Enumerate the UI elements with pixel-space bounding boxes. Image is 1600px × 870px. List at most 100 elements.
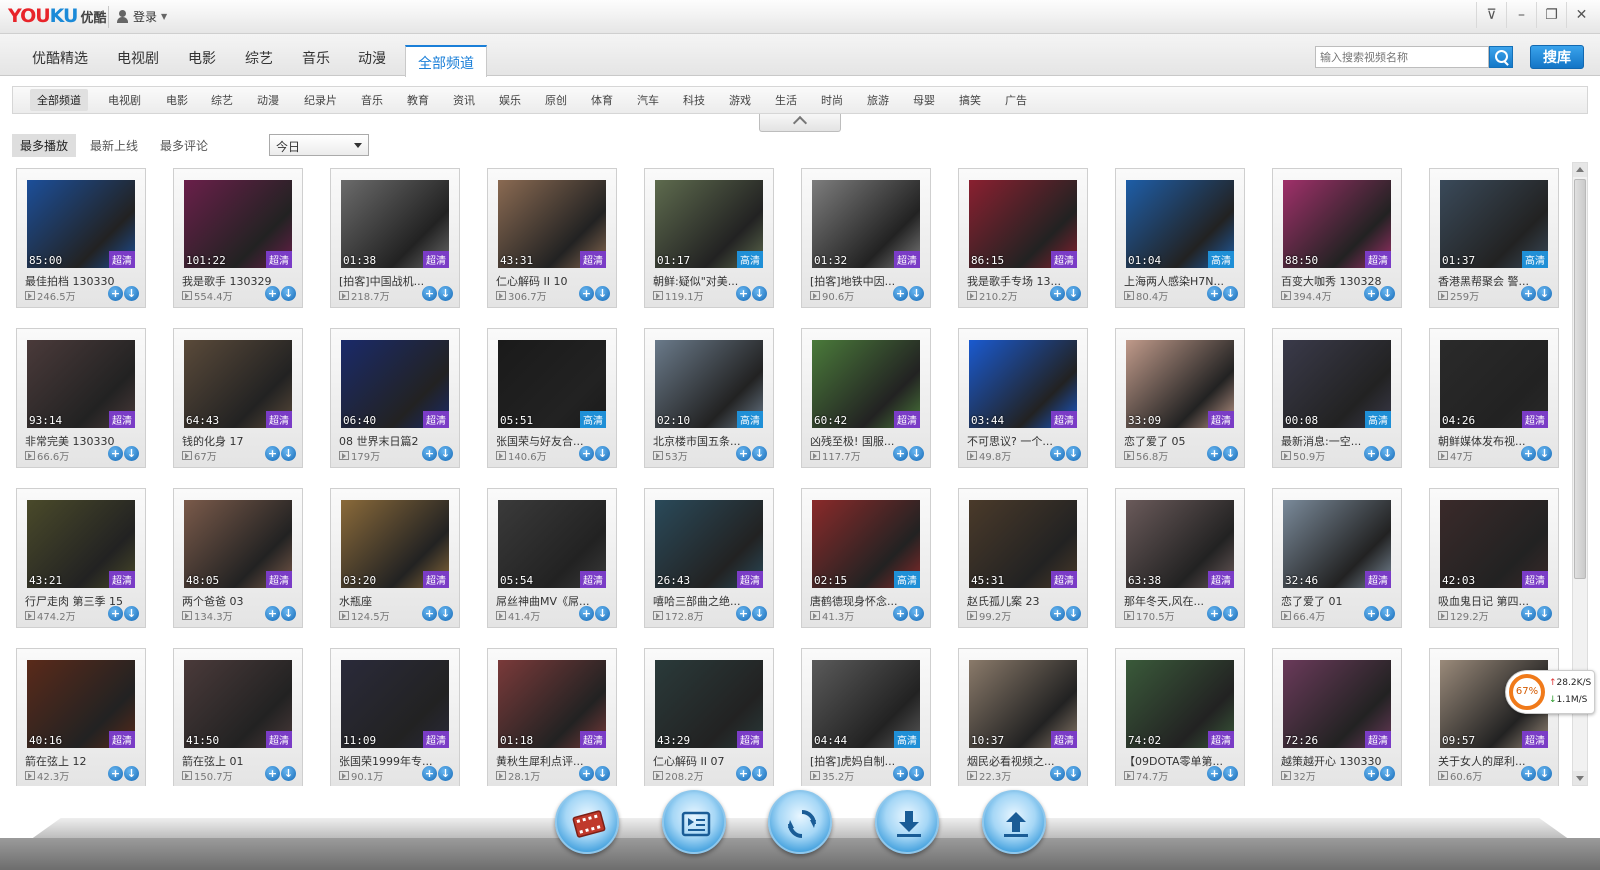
video-thumbnail[interactable]: 05:51 高清 (498, 340, 606, 428)
search-button[interactable] (1489, 46, 1513, 68)
add-to-playlist-button[interactable]: + (893, 606, 908, 621)
video-thumbnail[interactable]: 02:10 高清 (655, 340, 763, 428)
category-item[interactable]: 纪录片 (304, 92, 337, 108)
add-to-playlist-button[interactable]: + (1364, 766, 1379, 781)
category-item[interactable]: 综艺 (211, 92, 233, 108)
video-thumbnail[interactable]: 93:14 超清 (27, 340, 135, 428)
add-to-playlist-button[interactable]: + (422, 286, 437, 301)
category-item[interactable]: 体育 (591, 92, 613, 108)
video-thumbnail[interactable]: 60:42 超清 (812, 340, 920, 428)
video-card[interactable]: 45:31 超清 赵氏孤儿案 23 99.2万 + ↓ (958, 488, 1088, 628)
add-to-playlist-button[interactable]: + (265, 766, 280, 781)
video-card[interactable]: 33:09 超清 恋了爱了 05 56.8万 + ↓ (1115, 328, 1245, 468)
video-card[interactable]: 01:37 高清 香港黑帮聚会 警... 259万 + ↓ (1429, 168, 1559, 308)
video-card[interactable]: 05:51 高清 张国荣与好友合... 140.6万 + ↓ (487, 328, 617, 468)
download-button[interactable] (875, 790, 939, 854)
video-thumbnail[interactable]: 41:50 超清 (184, 660, 292, 748)
video-card[interactable]: 43:21 超清 行尸走肉 第三季 15 474.2万 + ↓ (16, 488, 146, 628)
login-button[interactable]: 登录 ▼ (116, 8, 167, 25)
scroll-thumb[interactable] (1574, 179, 1586, 579)
download-button[interactable]: ↓ (909, 446, 924, 461)
category-item[interactable]: 娱乐 (499, 92, 521, 108)
video-thumbnail[interactable]: 86:15 超清 (969, 180, 1077, 268)
download-button[interactable]: ↓ (909, 606, 924, 621)
sort-most-commented[interactable]: 最多评论 (160, 137, 208, 154)
add-to-playlist-button[interactable]: + (1207, 286, 1222, 301)
download-button[interactable]: ↓ (1223, 286, 1238, 301)
video-thumbnail[interactable]: 01:37 高清 (1440, 180, 1548, 268)
video-card[interactable]: 40:16 超清 箭在弦上 12 42.3万 + ↓ (16, 648, 146, 786)
download-button[interactable]: ↓ (281, 766, 296, 781)
download-button[interactable]: ↓ (909, 766, 924, 781)
category-item[interactable]: 音乐 (361, 92, 383, 108)
video-thumbnail[interactable]: 43:31 超清 (498, 180, 606, 268)
add-to-playlist-button[interactable]: + (893, 446, 908, 461)
video-thumbnail[interactable]: 04:44 高清 (812, 660, 920, 748)
video-card[interactable]: 00:08 高清 最新消息:一空... 50.9万 + ↓ (1272, 328, 1402, 468)
category-item[interactable]: 生活 (775, 92, 797, 108)
tab-movies[interactable]: 电影 (188, 48, 216, 68)
video-card[interactable]: 01:18 超清 黄秋生犀利点评... 28.1万 + ↓ (487, 648, 617, 786)
tab-anime[interactable]: 动漫 (358, 48, 386, 68)
video-thumbnail[interactable]: 85:00 超清 (27, 180, 135, 268)
download-button[interactable]: ↓ (124, 286, 139, 301)
download-button[interactable]: ↓ (281, 286, 296, 301)
video-thumbnail[interactable]: 72:26 超清 (1283, 660, 1391, 748)
sort-newest[interactable]: 最新上线 (90, 137, 138, 154)
add-to-playlist-button[interactable]: + (579, 286, 594, 301)
add-to-playlist-button[interactable]: + (1521, 446, 1536, 461)
restore-button[interactable]: ❐ (1536, 2, 1566, 28)
add-to-playlist-button[interactable]: + (1364, 606, 1379, 621)
video-card[interactable]: 63:38 超清 那年冬天,风在... 170.5万 + ↓ (1115, 488, 1245, 628)
download-button[interactable]: ↓ (438, 446, 453, 461)
video-card[interactable]: 01:04 高清 上海两人感染H7N... 80.4万 + ↓ (1115, 168, 1245, 308)
download-button[interactable]: ↓ (1223, 606, 1238, 621)
add-to-playlist-button[interactable]: + (1521, 286, 1536, 301)
video-thumbnail[interactable]: 05:54 超清 (498, 500, 606, 588)
category-item[interactable]: 广告 (1005, 92, 1027, 108)
download-button[interactable]: ↓ (752, 286, 767, 301)
video-thumbnail[interactable]: 33:09 超清 (1126, 340, 1234, 428)
video-card[interactable]: 06:40 超清 08 世界末日篇2 179万 + ↓ (330, 328, 460, 468)
add-to-playlist-button[interactable]: + (1207, 446, 1222, 461)
search-input[interactable] (1315, 46, 1489, 68)
video-thumbnail[interactable]: 42:03 超清 (1440, 500, 1548, 588)
video-thumbnail[interactable]: 88:50 超清 (1283, 180, 1391, 268)
video-card[interactable]: 74:02 超清 【09DOTA零单第... 74.7万 + ↓ (1115, 648, 1245, 786)
download-button[interactable]: ↓ (1223, 766, 1238, 781)
category-item[interactable]: 时尚 (821, 92, 843, 108)
add-to-playlist-button[interactable]: + (893, 766, 908, 781)
refresh-button[interactable] (768, 790, 832, 854)
category-item[interactable]: 全部频道 (30, 89, 88, 111)
video-thumbnail[interactable]: 32:46 超清 (1283, 500, 1391, 588)
download-button[interactable]: ↓ (752, 766, 767, 781)
scroll-up-button[interactable] (1573, 163, 1587, 177)
video-card[interactable]: 42:03 超清 吸血鬼日记 第四... 129.2万 + ↓ (1429, 488, 1559, 628)
upload-button[interactable] (982, 790, 1046, 854)
add-to-playlist-button[interactable]: + (736, 286, 751, 301)
download-button[interactable]: ↓ (438, 766, 453, 781)
add-to-playlist-button[interactable]: + (422, 446, 437, 461)
menu-dropdown-button[interactable]: ⊽ (1476, 2, 1506, 28)
playlist-button[interactable] (662, 790, 726, 854)
video-card[interactable]: 85:00 超清 最佳拍档 130330 246.5万 + ↓ (16, 168, 146, 308)
add-to-playlist-button[interactable]: + (736, 766, 751, 781)
video-card[interactable]: 05:54 超清 屌丝神曲MV《屌... 41.4万 + ↓ (487, 488, 617, 628)
video-thumbnail[interactable]: 01:38 超清 (341, 180, 449, 268)
download-button[interactable]: ↓ (595, 286, 610, 301)
download-button[interactable]: ↓ (438, 606, 453, 621)
library-button[interactable] (555, 790, 619, 854)
video-thumbnail[interactable]: 01:18 超清 (498, 660, 606, 748)
add-to-playlist-button[interactable]: + (265, 606, 280, 621)
category-item[interactable]: 原创 (545, 92, 567, 108)
download-button[interactable]: ↓ (909, 286, 924, 301)
tab-youku-picks[interactable]: 优酷精选 (32, 48, 88, 68)
add-to-playlist-button[interactable]: + (893, 286, 908, 301)
download-button[interactable]: ↓ (1537, 606, 1552, 621)
add-to-playlist-button[interactable]: + (422, 606, 437, 621)
download-button[interactable]: ↓ (595, 446, 610, 461)
video-thumbnail[interactable]: 63:38 超清 (1126, 500, 1234, 588)
add-to-playlist-button[interactable]: + (1364, 286, 1379, 301)
category-item[interactable]: 母婴 (913, 92, 935, 108)
video-card[interactable]: 01:17 高清 朝鲜:疑似"对美... 119.1万 + ↓ (644, 168, 774, 308)
